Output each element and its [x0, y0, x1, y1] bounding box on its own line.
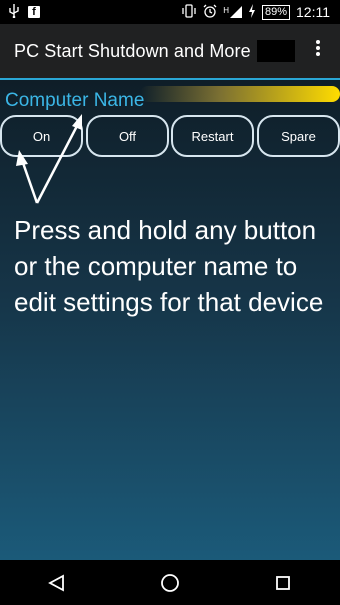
alarm-icon [203, 4, 217, 21]
main-content: Computer Name On Off Restart Spare Press… [0, 80, 340, 560]
redacted-box [256, 40, 295, 62]
overflow-menu-icon[interactable] [306, 39, 330, 63]
usb-icon [8, 3, 20, 21]
recents-icon[interactable] [263, 563, 303, 603]
app-title: PC Start Shutdown and More [14, 40, 251, 61]
network-type-label: H [223, 6, 229, 15]
facebook-icon: f [28, 6, 40, 18]
instructions-text: Press and hold any button or the compute… [14, 215, 324, 317]
status-bar: f H 89% 12:11 [0, 0, 340, 24]
battery-percent: 89% [261, 4, 290, 20]
app-bar: PC Start Shutdown and More [0, 24, 340, 78]
clock: 12:11 [296, 4, 330, 20]
home-icon[interactable] [150, 563, 190, 603]
navigation-bar [0, 560, 340, 605]
back-icon[interactable] [37, 563, 77, 603]
battery-charging-icon [248, 3, 256, 21]
vibrate-icon [181, 3, 197, 21]
signal-icon: H [223, 6, 242, 18]
